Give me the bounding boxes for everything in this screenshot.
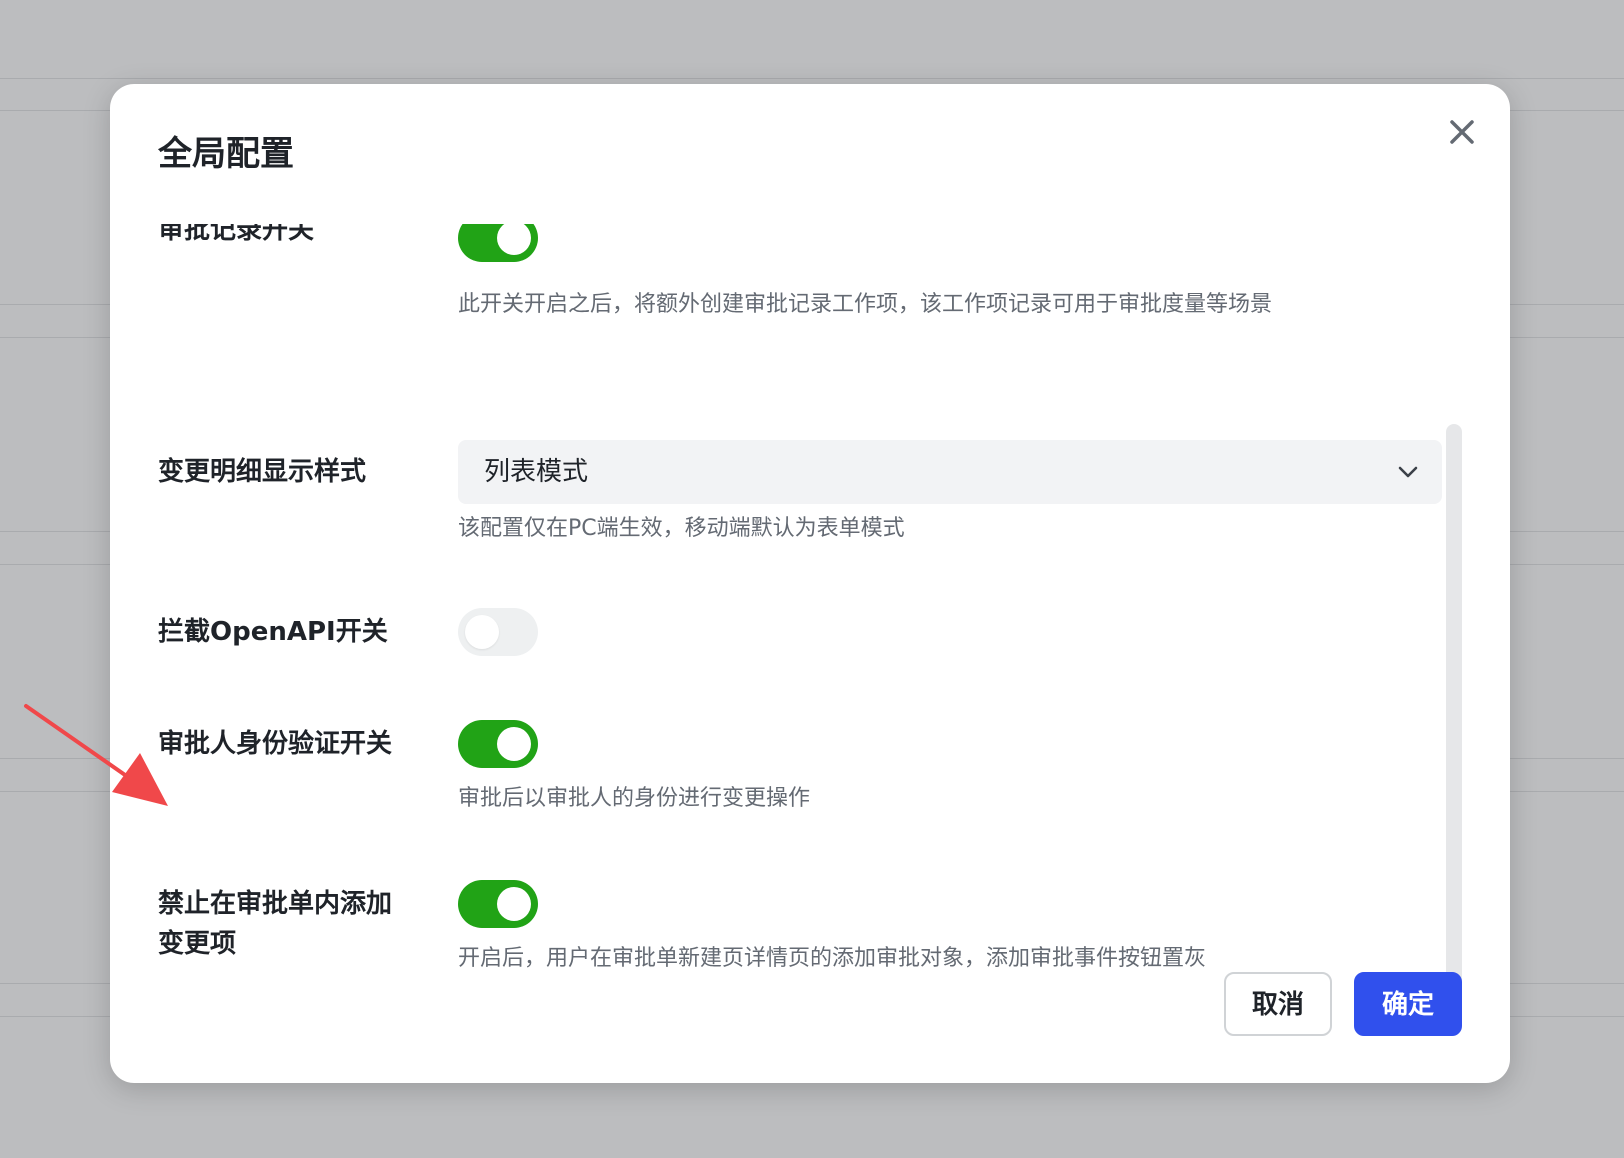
setting-description: 该配置仅在PC端生效，移动端默认为表单模式 — [458, 516, 905, 541]
close-icon — [1450, 120, 1474, 144]
setting-label-line: 禁止在审批单内添加 — [158, 889, 393, 919]
settings-scroll-area[interactable]: 审批记录开关 此开关开启之后，将额外创建审批记录工作项，该工作项记录可用于审批度… — [110, 224, 1510, 1004]
toggle-knob — [465, 615, 499, 649]
select-value: 列表模式 — [484, 457, 589, 487]
close-button[interactable] — [1444, 114, 1480, 150]
setting-label: 审批人身份验证开关 — [158, 729, 393, 759]
setting-description: 此开关开启之后，将额外创建审批记录工作项，该工作项记录可用于审批度量等场景 — [458, 292, 1273, 317]
approver-identity-toggle[interactable] — [458, 720, 538, 768]
setting-label-line: 变更项 — [158, 929, 237, 959]
chevron-down-icon — [1398, 466, 1418, 478]
toggle-knob — [497, 887, 531, 921]
setting-description: 审批后以审批人的身份进行变更操作 — [458, 786, 811, 811]
detail-style-select[interactable]: 列表模式 — [458, 440, 1442, 504]
global-config-dialog: 全局配置 审批记录开关 此开关开启之后，将额外创建审批记录工作项，该工作项记录可… — [110, 84, 1510, 1083]
toggle-knob — [497, 727, 531, 761]
confirm-button[interactable]: 确定 — [1354, 972, 1462, 1036]
setting-label: 禁止在审批单内添加 变更项 — [158, 884, 418, 964]
setting-label: 拦截OpenAPI开关 — [158, 617, 388, 647]
approval-record-toggle[interactable] — [458, 224, 538, 262]
cancel-button[interactable]: 取消 — [1224, 972, 1332, 1036]
setting-row-approver-identity: 审批人身份验证开关 审批后以审批人的身份进行变更操作 — [110, 720, 1510, 830]
setting-row-intercept-openapi: 拦截OpenAPI开关 — [110, 608, 1510, 668]
dialog-title: 全局配置 — [158, 134, 294, 174]
forbid-add-change-toggle[interactable] — [458, 880, 538, 928]
setting-label: 变更明细显示样式 — [158, 457, 367, 487]
scrollbar[interactable] — [1446, 424, 1462, 1008]
setting-row-approval-record: 审批记录开关 此开关开启之后，将额外创建审批记录工作项，该工作项记录可用于审批度… — [110, 224, 1510, 336]
toggle-knob — [497, 224, 531, 255]
setting-label: 审批记录开关 — [158, 224, 315, 245]
setting-row-detail-style: 变更明细显示样式 列表模式 该配置仅在PC端生效，移动端默认为表单模式 — [110, 440, 1510, 570]
intercept-openapi-toggle[interactable] — [458, 608, 538, 656]
setting-description: 开启后，用户在审批单新建页详情页的添加审批对象，添加审批事件按钮置灰 — [458, 946, 1207, 971]
